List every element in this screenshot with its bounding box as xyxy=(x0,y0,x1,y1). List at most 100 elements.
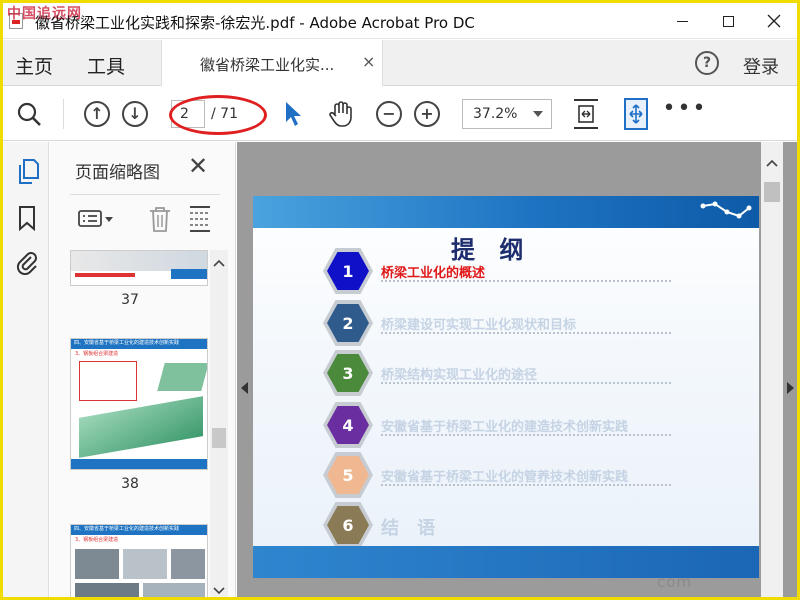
expand-right-icon[interactable] xyxy=(787,382,794,394)
page-number-input[interactable]: 2 xyxy=(171,100,205,128)
zoom-out-button[interactable]: − xyxy=(375,100,403,128)
dotted-divider xyxy=(381,434,671,436)
bookmarks-button[interactable] xyxy=(14,204,40,232)
thumbnail-image xyxy=(171,549,205,579)
thumbnails-scrollbar[interactable] xyxy=(210,250,228,597)
fit-page-icon xyxy=(574,99,598,129)
trash-icon xyxy=(150,207,170,232)
hand-tool-button[interactable] xyxy=(327,100,355,128)
full-screen-icon xyxy=(624,98,648,130)
plus-circle-icon: + xyxy=(414,101,440,127)
outline-item-text: 安徽省基于桥梁工业化的建造技术创新实践 xyxy=(381,420,629,435)
toolbar-divider xyxy=(63,99,64,129)
hand-icon xyxy=(329,101,352,127)
search-icon xyxy=(17,102,41,126)
delete-page-button[interactable] xyxy=(148,205,172,237)
close-panel-icon[interactable]: ✕ xyxy=(188,152,208,180)
fit-page-button[interactable] xyxy=(571,97,601,131)
outline-item-5: 5 安徽省基于桥梁工业化的管养技术创新实践 xyxy=(323,452,683,502)
hexagon-badge: 6 xyxy=(323,502,373,548)
select-tool-button[interactable] xyxy=(279,100,307,128)
outline-item-1: 1 桥梁工业化的概述 xyxy=(323,248,683,298)
outline-item-4: 4 安徽省基于桥梁工业化的建造技术创新实践 xyxy=(323,402,683,452)
document-tab-label: 徽省桥梁工业化实... xyxy=(200,56,335,74)
login-button[interactable]: 登录 xyxy=(743,53,779,79)
outline-item-text: 桥梁结构实现工业化的途径 xyxy=(381,368,538,383)
outline-item-3: 3 桥梁结构实现工业化的途径 xyxy=(323,350,683,400)
thumbnail-image xyxy=(71,251,207,271)
chevron-down-icon xyxy=(533,111,543,117)
scrolling-mode-button[interactable] xyxy=(621,97,651,131)
thumbnail-image xyxy=(157,363,207,391)
search-button[interactable] xyxy=(15,100,43,128)
next-page-button[interactable]: ↓ xyxy=(121,100,149,128)
document-tab[interactable]: 徽省桥梁工业化实... × xyxy=(161,40,383,86)
thumbnail-page-38[interactable]: 四、安徽省基于桥梁工业化的建造技术创新实践 3、钢板组合梁建造 xyxy=(70,338,208,470)
more-tools-button[interactable]: ••• xyxy=(663,98,706,128)
scroll-down-icon xyxy=(213,587,225,595)
navigation-rail xyxy=(3,142,49,597)
hexagon-number: 6 xyxy=(327,506,369,544)
thumbnail-image xyxy=(75,583,139,597)
menu-home[interactable]: 主页 xyxy=(15,52,53,79)
close-window-button[interactable] xyxy=(751,3,797,39)
hexagon-badge: 1 xyxy=(323,248,373,294)
thumbnail-page-number: 37 xyxy=(121,292,139,308)
thumbnail-options-button[interactable] xyxy=(78,209,116,233)
outline-item-2: 2 桥梁建设可实现工业化现状和目标 xyxy=(323,300,683,350)
zoom-in-button[interactable]: + xyxy=(413,100,441,128)
hexagon-number: 4 xyxy=(327,406,369,444)
thumbnails-list: 37 四、安徽省基于桥梁工业化的建造技术创新实践 3、钢板组合梁建造 38 四、… xyxy=(50,250,210,597)
bookmark-icon xyxy=(19,206,35,231)
thumbnail-image xyxy=(143,583,205,597)
maximize-icon xyxy=(722,15,734,27)
previous-page-button[interactable]: ↑ xyxy=(83,100,111,128)
hexagon-number: 3 xyxy=(327,354,369,392)
more-dots-icon: ••• xyxy=(662,96,708,121)
window-title: 徽省桥梁工业化实践和探索-徐宏光.pdf - Adobe Acrobat Pro… xyxy=(35,14,475,32)
help-icon[interactable]: ? xyxy=(695,51,719,75)
hexagon-number: 1 xyxy=(327,252,369,290)
document-scrollbar[interactable] xyxy=(761,142,783,597)
collapse-left-icon[interactable] xyxy=(241,382,248,394)
hexagon-badge: 2 xyxy=(323,300,373,346)
minus-circle-icon: − xyxy=(376,101,402,127)
corner-watermark: com xyxy=(657,573,693,591)
hexagon-badge: 5 xyxy=(323,452,373,498)
thumbnail-text-box xyxy=(79,361,137,401)
thumbnail-page-number: 38 xyxy=(121,476,139,492)
attachments-button[interactable] xyxy=(14,248,40,276)
page-thumbnails-button[interactable] xyxy=(14,158,40,186)
tab-close-icon[interactable]: × xyxy=(362,52,375,71)
minimize-icon xyxy=(676,20,688,22)
page-total: / 71 xyxy=(211,106,238,122)
hexagon-badge: 4 xyxy=(323,402,373,448)
title-bar: 中国追远网 徽省桥梁工业化实践和探索-徐宏光.pdf - Adobe Acrob… xyxy=(3,3,797,39)
pdf-page-slide: 提 纲 1 桥梁工业化的概述 2 桥梁建设可实现工业化现状和目标 3 桥梁结构实… xyxy=(253,196,759,578)
outline-item-text: 桥梁建设可实现工业化现状和目标 xyxy=(381,318,577,333)
insert-page-button[interactable] xyxy=(188,205,212,237)
thumbnail-image xyxy=(79,396,203,458)
menu-bar: 主页 工具 徽省桥梁工业化实... × ? 登录 xyxy=(3,40,797,86)
outline-item-6: 6 结 语 xyxy=(323,502,683,552)
page-insert-icon xyxy=(190,206,210,232)
thumbnail-page-37[interactable] xyxy=(70,250,208,286)
acrobat-window: 中国追远网 徽省桥梁工业化实践和探索-徐宏光.pdf - Adobe Acrob… xyxy=(0,0,800,600)
thumbnail-heading: 四、安徽省基于桥梁工业化的建造技术创新实践 xyxy=(74,526,180,532)
zoom-level-select[interactable]: 37.2% xyxy=(462,99,552,129)
thumbnail-image xyxy=(123,549,167,579)
thumbnail-subheading: 3、钢板组合梁建造 xyxy=(75,537,119,543)
document-view[interactable]: 提 纲 1 桥梁工业化的概述 2 桥梁建设可实现工业化现状和目标 3 桥梁结构实… xyxy=(237,142,797,597)
hexagon-number: 2 xyxy=(327,304,369,342)
maximize-button[interactable] xyxy=(705,3,751,39)
scrollbar-thumb[interactable] xyxy=(764,182,780,202)
toolbar: ↑ ↓ 2 / 71 − + 37.2% ••• xyxy=(3,87,797,141)
menu-tools[interactable]: 工具 xyxy=(87,52,125,79)
cursor-arrow-icon xyxy=(286,102,301,126)
outline-item-text: 安徽省基于桥梁工业化的管养技术创新实践 xyxy=(381,470,629,485)
molecule-logo-icon xyxy=(700,201,752,219)
minimize-button[interactable] xyxy=(659,3,705,39)
scrollbar-thumb[interactable] xyxy=(212,428,226,448)
hexagon-badge: 3 xyxy=(323,350,373,396)
thumbnail-page-39[interactable]: 四、安徽省基于桥梁工业化的建造技术创新实践 3、钢板组合梁建造 xyxy=(70,524,208,597)
